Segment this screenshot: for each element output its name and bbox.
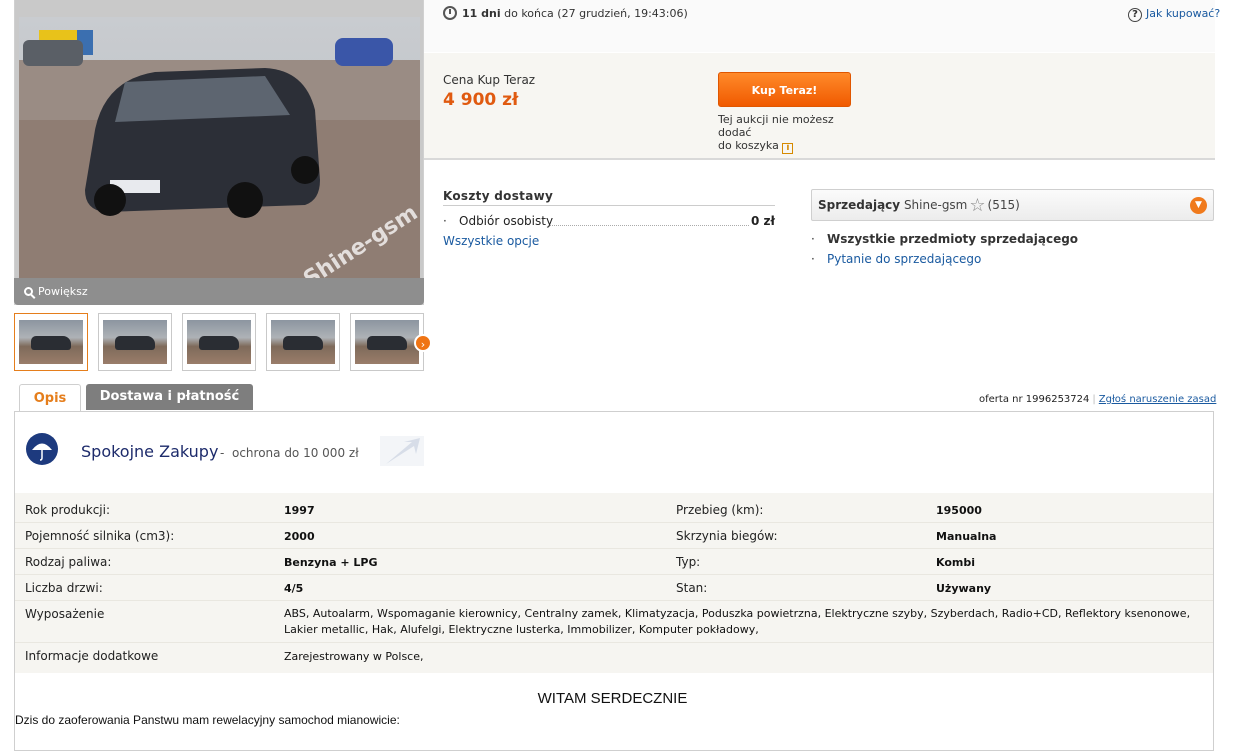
seller-all-items-label: Wszystkie przedmioty sprzedającego [827,232,1079,246]
param-label: Liczba drzwi: [25,581,103,595]
safe-purchase-title: Spokojne Zakupy [81,442,219,461]
equipment-value: ABS, Autoalarm, Wspomaganie kierownicy, … [284,607,1191,636]
tab-delivery-payment[interactable]: Dostawa i płatność [86,384,253,410]
cart-note-line1: Tej aukcji nie możesz dodać [718,113,834,139]
table-row: Rok produkcji: 1997 Przebieg (km): 19500… [15,497,1213,523]
thumbnail-2[interactable] [98,313,172,371]
param-label: Rodzaj paliwa: [25,555,112,569]
offer-number: oferta nr 1996253724 [979,394,1090,405]
param-label: Stan: [676,581,708,595]
buy-now-button[interactable]: Kup Teraz! [718,72,851,107]
next-thumbnails-chevron-icon[interactable]: › [414,334,432,352]
ask-seller-label: Pytanie do sprzedającego [827,252,982,266]
cart-note: Tej aukcji nie możesz dodać do koszyka i [718,113,868,154]
table-row: Liczba drzwi: 4/5 Stan: Używany [15,575,1213,601]
thumbnail-4[interactable] [266,313,340,371]
time-left: 11 dni do końca (27 grudzień, 19:43:06) [443,6,688,20]
cart-note-line2: do koszyka [718,139,779,152]
thumbnail-1[interactable] [14,313,88,371]
param-value: Benzyna + LPG [284,556,378,569]
description-intro: Dzis do zaoferowania Panstwu mam rewelac… [15,713,400,727]
time-left-days: 11 dni [462,7,501,20]
chevron-down-icon[interactable]: ▼ [1190,197,1207,214]
zoom-label: Powiększ [38,285,88,298]
price-label: Cena Kup Teraz [443,73,536,87]
thumbnail-5[interactable] [350,313,424,371]
price-value: 4 900 zł [443,90,519,110]
seller-box[interactable]: Sprzedający Shine-gsm ☆ (515) ▼ [811,189,1214,221]
table-row: Wyposażenie ABS, Autoalarm, Wspomaganie … [15,601,1213,643]
shipping-title: Koszty dostawy [443,189,775,206]
param-label: Pojemność silnika (cm3): [25,529,175,543]
equipment-label: Wyposażenie [25,607,105,621]
offer-line: oferta nr 1996253724 | Zgłoś naruszenie za… [979,394,1217,405]
safe-subtitle-text: ochrona do 10 000 zł [231,446,359,460]
bullet: · [443,214,447,228]
description-greeting: WITAM SERDECZNIE [537,690,688,707]
info-icon[interactable]: i [782,143,794,154]
param-label: Skrzynia biegów: [676,529,778,543]
safe-dash: - [220,446,225,460]
star-icon: ☆ [969,195,986,216]
seller-name: Shine-gsm [903,198,968,212]
shipping-option-row: · Odbiór osobisty 0 zł [443,214,775,228]
seller-all-items-link[interactable]: · Wszystkie przedmioty sprzedającego [811,232,1078,246]
seller-rating: (515) [987,198,1020,212]
table-row: Rodzaj paliwa: Benzyna + LPG Typ: Kombi [15,549,1213,575]
time-left-end: do końca (27 grudzień, 19:43:06) [504,7,688,20]
param-value: Manualna [936,530,997,543]
all-shipping-options-link[interactable]: Wszystkie opcje [443,234,539,248]
safe-purchase-subtitle: - ochrona do 10 000 zł [220,446,359,460]
stopwatch-icon [443,6,457,20]
shipping-option-price: 0 zł [751,214,775,228]
seller-label: Sprzedający [818,198,901,212]
param-value: Kombi [936,556,975,569]
param-value: 4/5 [284,582,304,595]
ask-seller-link[interactable]: · Pytanie do sprzedającego [811,252,981,266]
how-to-buy-link[interactable]: ? Jak kupować? [1128,7,1220,22]
thumbnail-3[interactable] [182,313,256,371]
parameters-table: Rok produkcji: 1997 Przebieg (km): 19500… [15,493,1213,673]
param-label: Rok produkcji: [25,503,111,517]
report-violation-link[interactable]: Zgłoś naruszenie zasad [1099,394,1217,405]
param-label: Typ: [676,555,701,569]
magnifier-icon [24,287,33,296]
table-row: Pojemność silnika (cm3): 2000 Skrzynia b… [15,523,1213,549]
param-value: 2000 [284,530,315,543]
param-value: 195000 [936,504,982,517]
shipping-option-label: Odbiór osobisty [459,214,554,228]
zoom-button[interactable]: Powiększ [14,278,424,305]
extra-info-value: Zarejestrowany w Polsce, [284,650,424,663]
how-to-buy-label: Jak kupować? [1146,7,1221,20]
param-value: 1997 [284,504,315,517]
main-photo[interactable]: Shine-gsm [14,0,424,305]
umbrella-icon [26,433,58,465]
param-value: Używany [936,582,992,595]
param-label: Przebieg (km): [676,503,764,517]
tab-description[interactable]: Opis [19,384,81,411]
arrow-icon[interactable] [380,436,424,470]
table-row: Informacje dodatkowe Zarejestrowany w Po… [15,643,1213,671]
extra-info-label: Informacje dodatkowe [25,649,159,663]
question-icon: ? [1128,8,1142,22]
